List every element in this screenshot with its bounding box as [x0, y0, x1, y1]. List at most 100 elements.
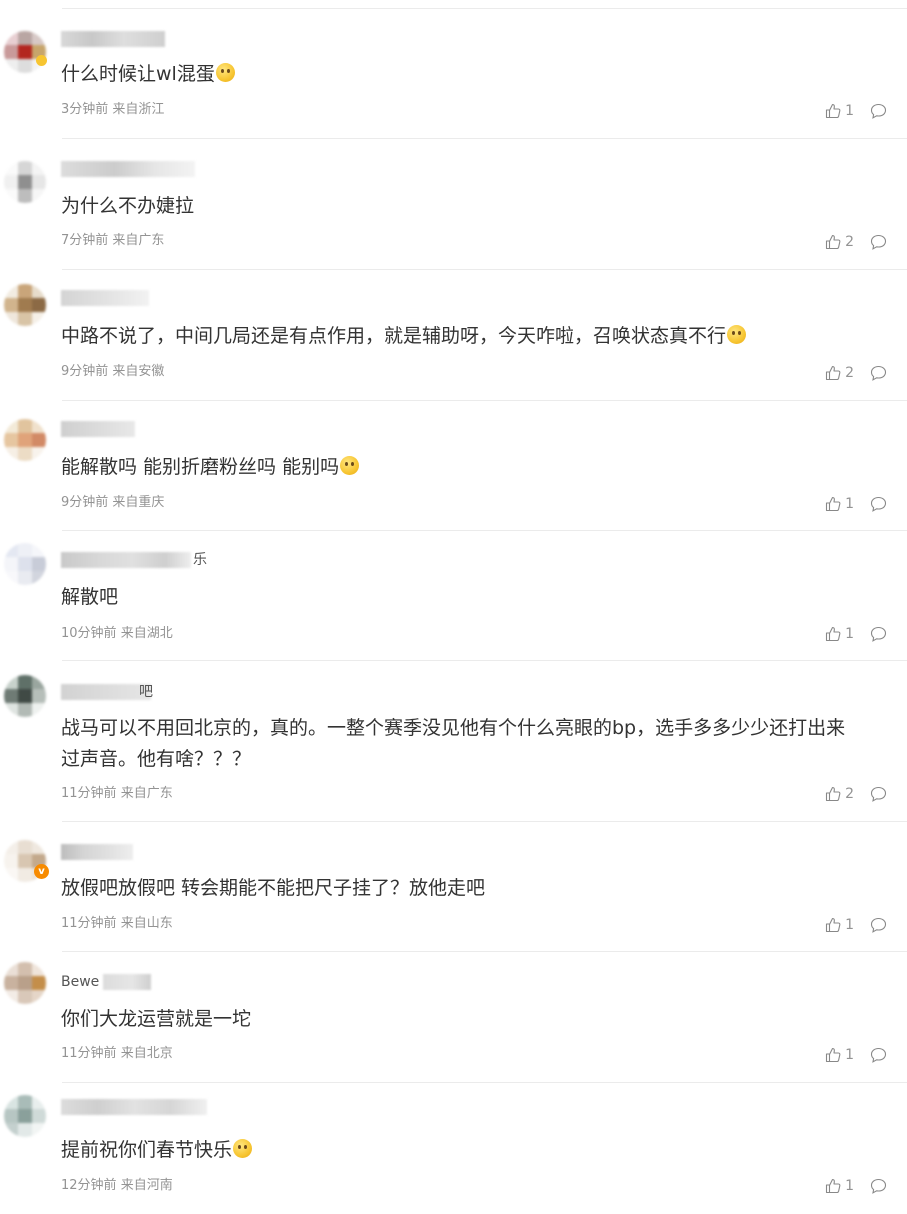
comment-location: 来自山东	[120, 916, 173, 931]
comment-item: 乐 解散吧 10分钟前 来自湖北 1	[0, 531, 907, 661]
comment-actions: 1	[825, 1176, 887, 1196]
comment-item: 中路不说了，中间几局还是有点作用，就是辅助呀，今天咋啦，召唤状态真不行 9分钟前…	[0, 270, 907, 401]
comment-body: 解散吧	[61, 586, 119, 608]
comment-time: 3分钟前	[61, 102, 109, 117]
username[interactable]	[61, 1099, 211, 1115]
thumbs-up-icon	[826, 626, 841, 642]
comment-body: 能解散吗 能别折磨粉丝吗 能别吗	[61, 456, 340, 478]
comment-text: 放假吧放假吧 转会期能不能把尺子挂了？放他走吧	[61, 873, 847, 904]
like-button[interactable]: 1	[825, 103, 854, 119]
like-button[interactable]: 1	[825, 626, 854, 642]
like-count: 1	[845, 496, 854, 512]
like-button[interactable]: 1	[825, 1178, 854, 1194]
avatar[interactable]	[4, 543, 46, 585]
like-count: 1	[845, 103, 854, 119]
comment-location: 来自广东	[120, 786, 173, 801]
comment-actions: 1	[825, 494, 887, 514]
comment-time: 9分钟前	[61, 364, 109, 379]
comment-meta: 10分钟前 来自湖北	[61, 626, 173, 642]
reply-icon[interactable]	[870, 917, 887, 933]
like-button[interactable]: 1	[825, 1047, 854, 1063]
username[interactable]	[61, 290, 211, 306]
reply-icon[interactable]	[870, 234, 887, 250]
comment-time: 11分钟前	[61, 1046, 117, 1061]
reply-icon[interactable]	[870, 786, 887, 802]
thumbs-up-icon	[826, 917, 841, 933]
thumbs-up-icon	[826, 234, 841, 250]
username-fragment: 吧	[139, 684, 153, 700]
comment-body: 你们大龙运营就是一坨	[61, 1008, 252, 1030]
comment-actions: 1	[825, 915, 887, 935]
comment-body: 什么时候让wl混蛋	[61, 63, 215, 85]
avatar[interactable]	[4, 419, 46, 461]
verified-badge-icon	[36, 55, 47, 66]
username[interactable]: 乐	[61, 552, 211, 568]
username[interactable]	[61, 844, 211, 860]
thumbs-up-icon	[826, 496, 841, 512]
like-button[interactable]: 2	[825, 365, 854, 381]
think-emoji-icon	[215, 63, 235, 82]
comment-actions: 1	[825, 624, 887, 644]
comment-location: 来自安徽	[112, 364, 165, 379]
comment-text: 中路不说了，中间几局还是有点作用，就是辅助呀，今天咋啦，召唤状态真不行	[61, 321, 847, 352]
like-button[interactable]: 1	[825, 496, 854, 512]
comment-body: 提前祝你们春节快乐	[61, 1139, 233, 1161]
username[interactable]	[61, 161, 211, 177]
comment-time: 11分钟前	[61, 916, 117, 931]
comment-location: 来自湖北	[120, 626, 173, 641]
comment-time: 12分钟前	[61, 1178, 117, 1193]
comment-actions: 1	[825, 101, 887, 121]
reply-icon[interactable]	[870, 1047, 887, 1063]
like-count: 1	[845, 626, 854, 642]
reply-icon[interactable]	[870, 626, 887, 642]
comment-meta: 9分钟前 来自重庆	[61, 495, 164, 511]
avatar[interactable]	[4, 675, 46, 717]
username-fragment: 乐	[193, 552, 207, 568]
comment-location: 来自河南	[120, 1178, 173, 1193]
comment-text: 能解散吗 能别折磨粉丝吗 能别吗	[61, 452, 847, 483]
avatar[interactable]	[4, 1095, 46, 1137]
comment-actions: 1	[825, 1045, 887, 1065]
comment-text: 什么时候让wl混蛋	[61, 59, 847, 90]
comment-body: 中路不说了，中间几局还是有点作用，就是辅助呀，今天咋啦，召唤状态真不行	[61, 325, 727, 347]
avatar[interactable]	[4, 962, 46, 1004]
avatar[interactable]	[4, 161, 46, 203]
username[interactable]	[61, 421, 211, 437]
comment-body: 为什么不办婕拉	[61, 195, 195, 217]
comment-time: 11分钟前	[61, 786, 117, 801]
username[interactable]: 吧	[61, 684, 211, 700]
like-count: 1	[845, 917, 854, 933]
reply-icon[interactable]	[870, 365, 887, 381]
thumbs-up-icon	[826, 1178, 841, 1194]
reply-icon[interactable]	[870, 1178, 887, 1194]
avatar[interactable]	[4, 284, 46, 326]
comment-text: 为什么不办婕拉	[61, 191, 847, 222]
comment-location: 来自北京	[120, 1046, 173, 1061]
like-button[interactable]: 2	[825, 786, 854, 802]
username[interactable]: Bewe	[61, 974, 211, 990]
comment-location: 来自重庆	[112, 495, 165, 510]
comment-time: 7分钟前	[61, 233, 109, 248]
comment-meta: 11分钟前 来自山东	[61, 916, 173, 932]
smile-emoji-icon	[340, 456, 360, 475]
avatar[interactable]	[4, 31, 46, 73]
like-count: 2	[845, 786, 854, 802]
verified-badge-icon: v	[34, 864, 49, 879]
comment-time: 9分钟前	[61, 495, 109, 510]
thumbs-up-icon	[826, 103, 841, 119]
comment-body: 战马可以不用回北京的，真的。一整个赛季没见他有个什么亮眼的bp，选手多多少少还打…	[61, 717, 846, 770]
comment-item: 能解散吗 能别折磨粉丝吗 能别吗 9分钟前 来自重庆 1	[0, 401, 907, 531]
thumbs-up-icon	[826, 1047, 841, 1063]
like-count: 1	[845, 1047, 854, 1063]
comment-actions: 2	[825, 232, 887, 252]
like-button[interactable]: 1	[825, 917, 854, 933]
comment-item: 什么时候让wl混蛋 3分钟前 来自浙江 1	[0, 9, 907, 139]
comment-actions: 2	[825, 784, 887, 804]
reply-icon[interactable]	[870, 496, 887, 512]
username[interactable]	[61, 31, 211, 47]
reply-icon[interactable]	[870, 103, 887, 119]
like-button[interactable]: 2	[825, 234, 854, 250]
comment-meta: 11分钟前 来自广东	[61, 786, 173, 802]
like-count: 2	[845, 234, 854, 250]
comment-location: 来自广东	[112, 233, 165, 248]
